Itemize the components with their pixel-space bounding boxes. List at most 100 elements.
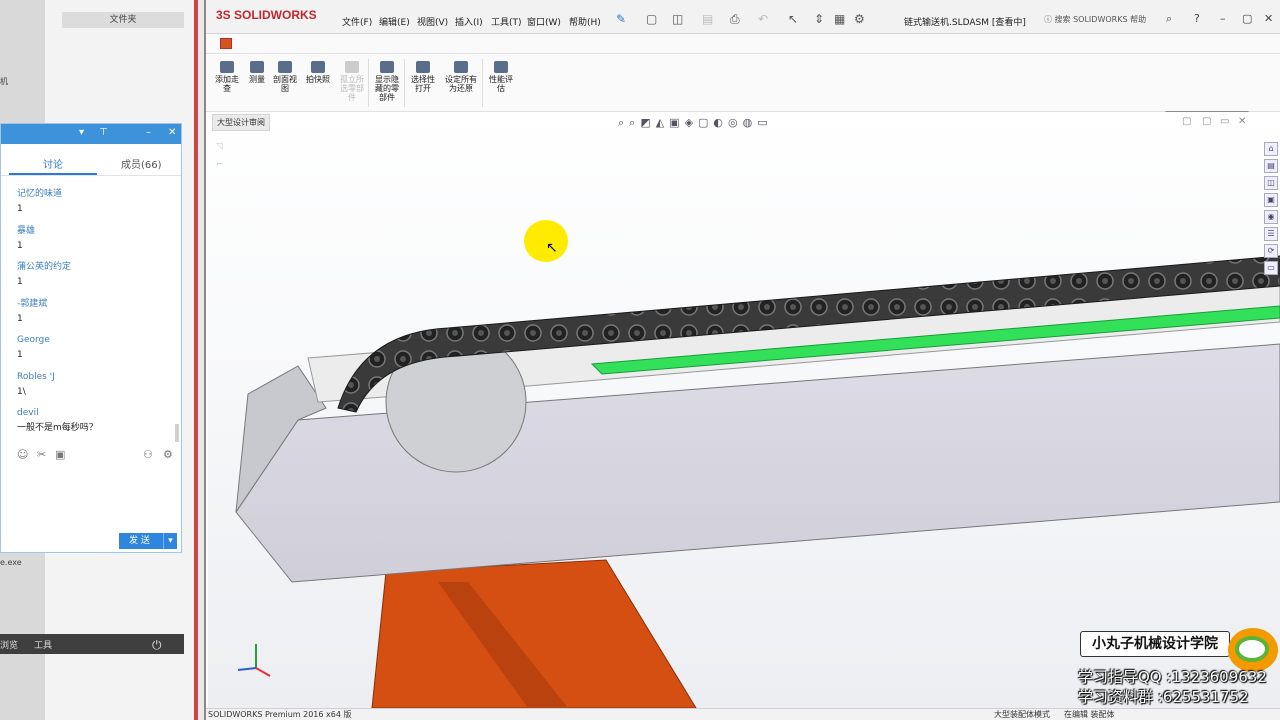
message-sender[interactable]: 记忆的味道 — [17, 186, 177, 202]
message-list: 记忆的味道 1 暴雄 1 蒲公英的约定 1 -郭建斌 1 George 1 Ro… — [17, 186, 177, 442]
scissors-icon[interactable]: ✂ — [37, 448, 46, 461]
maximize-icon[interactable]: ▢ — [1242, 12, 1252, 25]
list-item: 记忆的味道 1 — [17, 186, 177, 223]
ribbon-separator — [482, 59, 483, 107]
menu-view[interactable]: 视图(V) — [417, 15, 448, 28]
assembly-icon[interactable] — [220, 38, 232, 49]
button-label: 拍快照 — [306, 75, 330, 84]
set-resolved-button[interactable]: 设定所有为还原 — [442, 61, 480, 93]
menu-file[interactable]: 文件(F) — [342, 15, 372, 28]
button-label: 显示隐藏的零部件 — [375, 75, 399, 102]
button-label: 设定所有为还原 — [445, 75, 477, 93]
select-icon[interactable]: ↖ — [788, 12, 798, 26]
resources-icon[interactable]: ▤ — [1264, 159, 1278, 173]
emoji-icon[interactable]: ☺ — [17, 448, 28, 461]
show-hidden-icon — [380, 61, 394, 73]
message-sender[interactable]: Robles 'J — [17, 369, 177, 385]
taskbar-tools[interactable]: 工具 — [34, 638, 52, 651]
desktop-label: e.exe — [0, 558, 22, 567]
feature-tree-icon[interactable]: ◹ — [216, 138, 224, 156]
property-icon[interactable]: ⌐ — [216, 156, 224, 174]
send-label: 发 送 — [129, 536, 150, 546]
file-explorer-icon[interactable]: ▣ — [1264, 193, 1278, 207]
active-tab-indicator — [9, 173, 97, 175]
minimize-icon[interactable]: – — [1220, 12, 1226, 25]
message-sender[interactable]: 暴雄 — [17, 223, 177, 239]
solidworks-window: 3S SOLIDWORKS 文件(F) 编辑(E) 视图(V) 插入(I) 工具… — [204, 0, 1280, 720]
print-icon[interactable]: ⎙ — [730, 12, 740, 27]
mouse-pointer-icon: ↖ — [546, 240, 558, 256]
pin-icon[interactable]: ⊤ — [99, 127, 108, 138]
tab-discussion[interactable]: 讨论 — [43, 156, 63, 171]
performance-button[interactable]: 性能评估 — [486, 61, 516, 93]
watermark: 小丸子机械设计学院 学习指导QQ :1323609632 学习资料群 :6255… — [1072, 626, 1280, 720]
help-search-input[interactable]: ⓘ 搜索 SOLIDWORKS 帮助 — [1044, 12, 1164, 28]
members-icon[interactable]: ⚇ — [143, 448, 153, 461]
desktop-folder-tile[interactable]: 文件夹 — [62, 12, 184, 28]
appearance-icon[interactable]: ◉ — [1264, 210, 1278, 224]
power-icon[interactable]: ⏻ — [152, 638, 162, 653]
close-icon[interactable]: ✕ — [168, 127, 176, 138]
button-label: 孤立所选零部件 — [340, 75, 364, 102]
menu-window[interactable]: 窗口(W) — [527, 15, 561, 28]
custom-properties-icon[interactable]: ☰ — [1264, 227, 1278, 241]
close-icon[interactable]: ✕ — [1264, 12, 1273, 25]
tab-members[interactable]: 成员(66) — [121, 156, 162, 171]
pin-icon[interactable]: ✎ — [616, 12, 626, 26]
taskbar-browse[interactable]: 浏览 — [0, 638, 18, 651]
menu-help[interactable]: 帮助(H) — [569, 15, 601, 28]
send-button[interactable]: 发 送 ▾ — [119, 533, 177, 549]
options-icon[interactable]: ⚙ — [854, 12, 865, 26]
measure-button[interactable]: 测量 — [244, 61, 270, 84]
menu-insert[interactable]: 插入(I) — [455, 15, 483, 28]
graphics-area[interactable]: 大型设计审阅 ⌕⌕◩◭▣◈▢◐◎◍▭ ▢ ▢ ▭ ✕ ◹ ⌐ ⌂ ▤ ◫ ▣ ◉… — [208, 112, 1280, 708]
tab-large-design-review[interactable]: 大型设计审阅 — [212, 114, 270, 131]
tile-icon[interactable]: ▢ — [1182, 116, 1191, 127]
selective-open-button[interactable]: 选择性打开 — [408, 61, 438, 93]
restore-icon[interactable]: ▢ — [1202, 116, 1211, 127]
snapshot-button[interactable]: 拍快照 — [302, 61, 334, 84]
gear-icon[interactable]: ⚙ — [163, 448, 173, 461]
command-manager: 添加走查 测量 剖面视图 拍快照 孤立所选零部件 显示隐藏的零部件 选择性打开 … — [206, 55, 1280, 128]
list-item: George 1 — [17, 332, 177, 369]
minimize-icon[interactable]: – — [146, 127, 151, 138]
open-icon[interactable]: ◫ — [672, 12, 683, 26]
document-title: 链式输送机.SLDASM [查看中] — [904, 18, 1026, 28]
close-icon[interactable]: ✕ — [1238, 116, 1246, 127]
walkthrough-button[interactable]: 添加走查 — [212, 61, 242, 93]
dropdown-icon[interactable]: ▾ — [79, 127, 84, 138]
design-library-icon[interactable]: ◫ — [1264, 176, 1278, 190]
chevron-down-icon[interactable]: ▾ — [163, 533, 177, 549]
heads-up-toolbar[interactable]: ⌕⌕◩◭▣◈▢◐◎◍▭ — [618, 116, 773, 130]
button-label: 选择性打开 — [411, 75, 435, 93]
forum-icon[interactable]: ⟳ — [1264, 244, 1278, 258]
solidworks-logo[interactable]: 3S SOLIDWORKS — [216, 8, 317, 22]
message-sender[interactable]: George — [17, 332, 177, 348]
maximize-icon[interactable]: ▭ — [1220, 116, 1229, 127]
menu-tools[interactable]: 工具(T) — [491, 15, 522, 28]
show-hidden-button[interactable]: 显示隐藏的零部件 — [372, 61, 402, 102]
rebuild-icon[interactable]: ⇕ — [814, 12, 824, 26]
image-icon[interactable]: ▣ — [55, 448, 65, 461]
button-label: 测量 — [249, 75, 265, 84]
new-icon[interactable]: ▢ — [646, 12, 657, 26]
menu-edit[interactable]: 编辑(E) — [379, 15, 410, 28]
chat-titlebar: ▾ ⊤ – ✕ — [1, 124, 181, 144]
message-sender[interactable]: devil — [17, 405, 177, 421]
help-icon[interactable]: ? — [1194, 12, 1200, 25]
message-sender[interactable]: -郭建斌 — [17, 296, 177, 312]
home-icon[interactable]: ⌂ — [1264, 142, 1278, 156]
file-properties-icon[interactable]: ▦ — [834, 12, 845, 26]
search-icon[interactable]: ⌕ — [1166, 12, 1172, 26]
isolate-button[interactable]: 孤立所选零部件 — [338, 61, 366, 102]
undo-icon[interactable]: ↶ — [758, 12, 768, 26]
tab-icon[interactable]: ▭ — [1264, 261, 1278, 275]
section-view-button[interactable]: 剖面视图 — [270, 61, 300, 93]
set-resolved-icon — [454, 61, 468, 73]
scrollbar-thumb[interactable] — [175, 424, 179, 442]
message-text: 1\ — [17, 386, 26, 397]
brand-name: SOLIDWORKS — [234, 8, 317, 22]
save-icon[interactable]: ▤ — [702, 12, 713, 26]
conveyor-model — [235, 255, 1280, 708]
message-sender[interactable]: 蒲公英的约定 — [17, 259, 177, 275]
